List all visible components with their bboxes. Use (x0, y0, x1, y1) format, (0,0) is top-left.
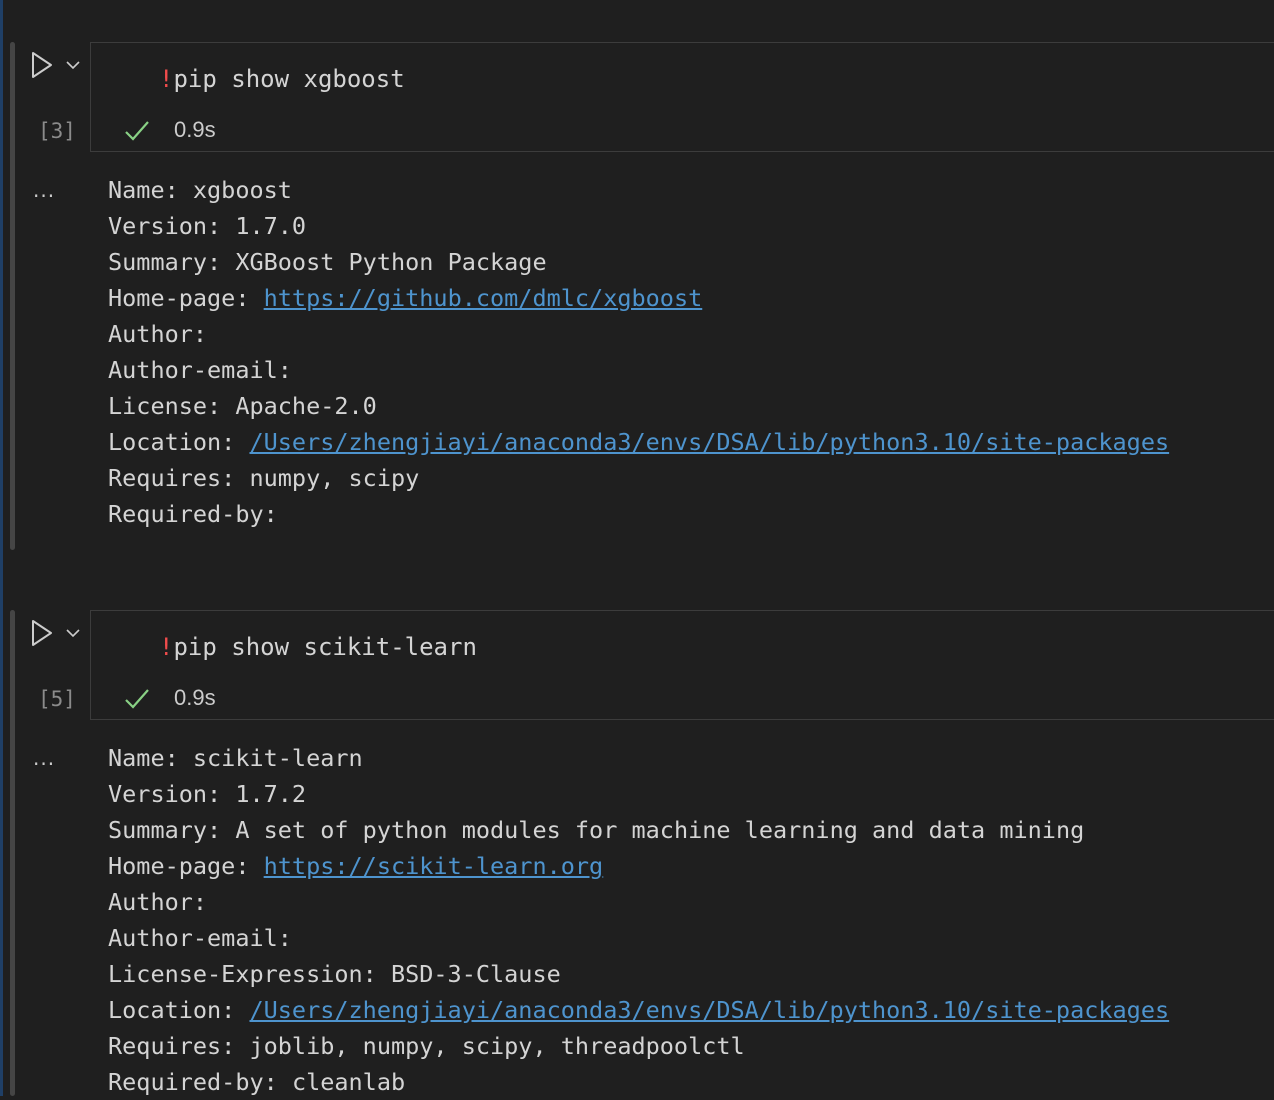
location-link[interactable]: /Users/zhengjiayi/anaconda3/envs/DSA/lib… (249, 428, 1169, 456)
output-more-actions[interactable]: ... (33, 178, 55, 202)
checkmark-icon (125, 121, 149, 141)
output-more-actions[interactable]: ... (33, 746, 55, 770)
output-line: Home-page: https://scikit-learn.org (108, 852, 604, 880)
code-text: pip show scikit-learn (173, 633, 477, 661)
execution-count: [5] (38, 687, 76, 711)
checkmark-icon (125, 689, 149, 709)
output-line: Location: /Users/zhengjiayi/anaconda3/en… (108, 996, 1170, 1024)
output-line: Author-email: (108, 356, 292, 384)
code-line[interactable]: !pip show scikit-learn (159, 633, 477, 661)
output-line: Summary: XGBoost Python Package (108, 248, 547, 276)
location-link[interactable]: /Users/zhengjiayi/anaconda3/envs/DSA/lib… (249, 996, 1169, 1024)
notebook-left-border (0, 0, 3, 1096)
output-line: Name: scikit-learn (108, 744, 363, 772)
output-line: Required-by: cleanlab (108, 1068, 406, 1096)
code-line[interactable]: !pip show xgboost (159, 65, 405, 93)
shell-bang: ! (159, 633, 174, 661)
output-line: Version: 1.7.0 (108, 212, 307, 240)
output-line: License: Apache-2.0 (108, 392, 377, 420)
output-line: License-Expression: BSD-3-Clause (108, 960, 561, 988)
homepage-link[interactable]: https://github.com/dmlc/xgboost (264, 284, 703, 312)
code-editor[interactable]: !pip show xgboost 0.9s (90, 42, 1274, 152)
code-text: pip show xgboost (173, 65, 405, 93)
cell-output: Name: scikit-learn Version: 1.7.2 Summar… (108, 740, 1169, 1100)
output-line: Author: (108, 320, 208, 348)
cell-focus-bar (10, 42, 15, 550)
output-line: Location: /Users/zhengjiayi/anaconda3/en… (108, 428, 1170, 456)
shell-bang: ! (159, 65, 174, 93)
output-line: Author-email: (108, 924, 292, 952)
execution-count: [3] (38, 119, 76, 143)
homepage-link[interactable]: https://scikit-learn.org (264, 852, 604, 880)
output-line: Required-by: (108, 500, 278, 528)
cell-output: Name: xgboost Version: 1.7.0 Summary: XG… (108, 172, 1169, 532)
execution-time: 0.9s (174, 685, 216, 710)
chevron-down-icon[interactable] (64, 625, 82, 641)
output-line: Version: 1.7.2 (108, 780, 307, 808)
cell-focus-bar (10, 610, 15, 1096)
play-icon[interactable] (30, 50, 54, 80)
code-editor[interactable]: !pip show scikit-learn 0.9s (90, 610, 1274, 720)
output-line: Home-page: https://github.com/dmlc/xgboo… (108, 284, 703, 312)
output-line: Summary: A set of python modules for mac… (108, 816, 1085, 844)
output-line: Name: xgboost (108, 176, 292, 204)
chevron-down-icon[interactable] (64, 57, 82, 73)
output-line: Requires: numpy, scipy (108, 464, 420, 492)
execution-time: 0.9s (174, 117, 216, 142)
output-line: Author: (108, 888, 208, 916)
play-icon[interactable] (30, 618, 54, 648)
output-line: Requires: joblib, numpy, scipy, threadpo… (108, 1032, 745, 1060)
